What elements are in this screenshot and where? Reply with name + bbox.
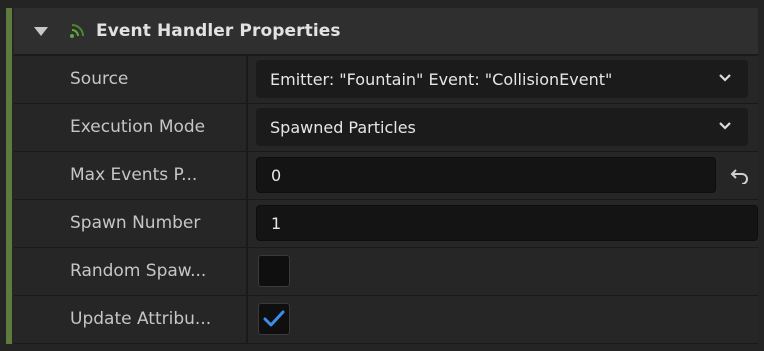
column-divider[interactable]: [246, 200, 248, 247]
property-label: Execution Mode: [70, 117, 206, 137]
column-divider[interactable]: [246, 56, 248, 103]
random-spawn-checkbox[interactable]: [258, 255, 290, 287]
property-row-source: Source Emitter: "Fountain" Event: "Colli…: [14, 56, 758, 104]
section-accent-bar: [6, 8, 12, 344]
property-label: Max Events P...: [70, 165, 198, 185]
source-dropdown[interactable]: Emitter: "Fountain" Event: "CollisionEve…: [256, 60, 748, 98]
property-label: Spawn Number: [70, 213, 201, 233]
property-row-spawn-number: Spawn Number 1: [14, 200, 758, 248]
property-label: Source: [70, 69, 129, 89]
max-events-input[interactable]: 0: [256, 157, 716, 193]
dropdown-value: Spawned Particles: [270, 117, 416, 137]
section-header[interactable]: Event Handler Properties: [14, 8, 758, 56]
update-attributes-checkbox[interactable]: [258, 303, 290, 335]
property-row-max-events: Max Events P... 0: [14, 152, 758, 200]
execution-mode-dropdown[interactable]: Spawned Particles: [256, 108, 748, 146]
checkmark-icon: [263, 310, 285, 327]
spawn-number-input[interactable]: 1: [256, 205, 758, 241]
chevron-down-icon: [719, 122, 731, 130]
column-divider[interactable]: [246, 248, 248, 295]
property-label: Random Spaw...: [70, 261, 207, 281]
column-divider[interactable]: [246, 152, 248, 199]
property-label: Update Attribu...: [70, 309, 212, 329]
column-divider[interactable]: [246, 296, 248, 343]
column-divider[interactable]: [246, 104, 248, 151]
triangle-down-icon[interactable]: [34, 26, 48, 36]
section-title: Event Handler Properties: [96, 21, 341, 41]
event-handler-panel: Event Handler Properties Source Emitter:…: [0, 0, 764, 351]
event-signal-icon: [70, 24, 84, 38]
reset-arrow-icon[interactable]: [730, 166, 750, 184]
property-row-random-spawn: Random Spaw...: [14, 248, 758, 296]
property-row-update-attributes: Update Attribu...: [14, 296, 758, 344]
dropdown-value: Emitter: "Fountain" Event: "CollisionEve…: [270, 69, 613, 89]
property-rows: Source Emitter: "Fountain" Event: "Colli…: [14, 56, 758, 344]
property-row-execution-mode: Execution Mode Spawned Particles: [14, 104, 758, 152]
chevron-down-icon: [719, 74, 731, 82]
